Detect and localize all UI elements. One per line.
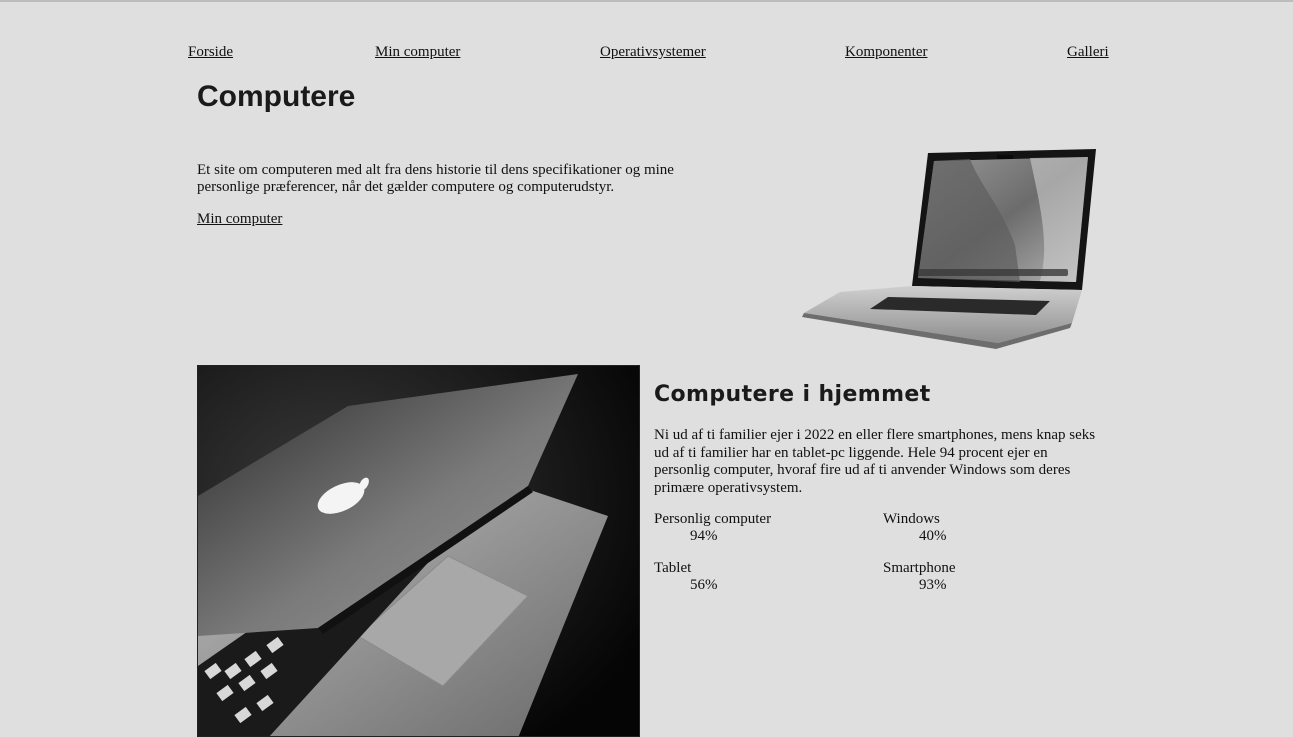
nav-link-min-computer[interactable]: Min computer [375, 44, 460, 61]
macbook-photo [197, 365, 640, 737]
stat-label: Smartphone [883, 560, 956, 576]
window-top-edge [0, 0, 1293, 2]
intro-text: Et site om computeren med alt fra dens h… [197, 162, 674, 195]
nav-link-operativsystemer[interactable]: Operativsystemer [600, 44, 706, 61]
page-title: Computere [197, 80, 356, 113]
stat-value: 93% [919, 577, 947, 593]
stat-tablet: Tablet 56% [654, 560, 718, 594]
stat-smartphone: Smartphone 93% [883, 560, 956, 594]
nav-link-forside[interactable]: Forside [188, 44, 233, 61]
stat-value: 56% [690, 577, 718, 593]
stat-windows: Windows 40% [883, 511, 947, 545]
hero-laptop-image [802, 149, 1096, 349]
stat-value: 40% [919, 528, 947, 544]
stat-personlig-computer: Personlig computer 94% [654, 511, 771, 545]
stat-label: Tablet [654, 560, 692, 576]
stat-value: 94% [690, 528, 718, 544]
section-title: Computere i hjemmet [654, 382, 931, 407]
nav-link-galleri[interactable]: Galleri [1067, 44, 1109, 61]
nav-link-komponenter[interactable]: Komponenter [845, 44, 927, 61]
intro-link-min-computer[interactable]: Min computer [197, 211, 282, 228]
stat-label: Personlig computer [654, 511, 772, 527]
stat-label: Windows [883, 511, 940, 527]
section-text: Ni ud af ti familier ejer i 2022 en elle… [654, 427, 1096, 496]
macbook-photo-image [198, 366, 639, 736]
